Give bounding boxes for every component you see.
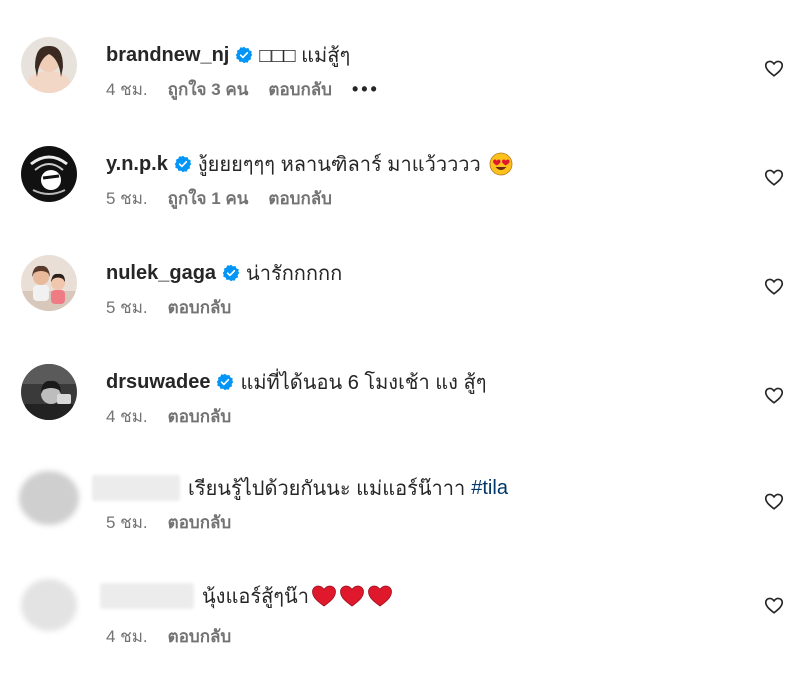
comment-item: y.n.p.k งู้ยยยๆๆๆ หลานฑิลาร์ มาแว้วววว 5… (0, 146, 800, 246)
comment-item: brandnew_nj □□□ แม่สู้ๆ 4 ชม. ถูกใจ 3 คน… (0, 37, 800, 137)
comment-time[interactable]: 5 ชม. (106, 185, 148, 212)
verified-badge-icon (217, 373, 234, 391)
comment-text: นุ้งแอร์สู้ๆน๊า (202, 586, 309, 608)
red-heart-emoji-icon (340, 585, 364, 607)
heart-eyes-emoji-icon (489, 152, 513, 176)
comment-item: drsuwadee แม่ที่ได้นอน 6 โมงเช้า แง สู้ๆ… (0, 364, 800, 464)
avatar[interactable] (21, 37, 77, 93)
more-options-button[interactable]: ••• (352, 79, 380, 100)
emoji-hearts (309, 584, 393, 608)
username[interactable]: y.n.p.k (106, 153, 168, 176)
verified-badge-icon (222, 264, 240, 282)
comment-item: นุ้งแอร์สู้ๆน๊า 4 ชม. ตอบกลับ (0, 578, 800, 678)
comment-item: เรียนรู้ไปด้วยกันนะ แม่แอร์น๊าาา #tila 5… (0, 470, 800, 570)
heart-outline-icon[interactable] (763, 166, 785, 188)
reply-button[interactable]: ตอบกลับ (168, 294, 232, 321)
comment-time[interactable]: 4 ชม. (106, 623, 148, 650)
heart-outline-icon[interactable] (763, 594, 785, 616)
avatar[interactable] (21, 146, 77, 202)
red-heart-emoji-icon (368, 585, 392, 607)
avatar[interactable] (18, 470, 80, 526)
comment-time[interactable]: 4 ชม. (106, 76, 148, 103)
comment-text: □□□ แม่สู้ๆ (259, 45, 351, 67)
likes-count[interactable]: ถูกใจ 3 คน (168, 76, 249, 103)
verified-badge-icon (236, 46, 253, 64)
comment-time[interactable]: 5 ชม. (106, 294, 148, 321)
heart-outline-icon[interactable] (763, 490, 785, 512)
comment-time[interactable]: 5 ชม. (106, 509, 148, 536)
avatar[interactable] (21, 255, 77, 311)
comment-text: เรียนรู้ไปด้วยกันนะ แม่แอร์น๊าาา (188, 478, 466, 500)
blurred-username[interactable] (92, 475, 180, 501)
comment-text: น่ารักกกกก (246, 263, 343, 285)
comment-text: แม่ที่ได้นอน 6 โมงเช้า แง สู้ๆ (240, 372, 487, 394)
reply-button[interactable]: ตอบกลับ (268, 76, 332, 103)
blurred-username[interactable] (100, 583, 194, 609)
heart-outline-icon[interactable] (763, 57, 785, 79)
heart-outline-icon[interactable] (763, 384, 785, 406)
heart-outline-icon[interactable] (763, 275, 785, 297)
hashtag-link[interactable]: #tila (471, 477, 508, 500)
comment-item: nulek_gaga น่ารักกกกก 5 ชม. ตอบกลับ (0, 255, 800, 355)
likes-count[interactable]: ถูกใจ 1 คน (168, 185, 249, 212)
comment-time[interactable]: 4 ชม. (106, 403, 148, 430)
username[interactable]: brandnew_nj (106, 44, 229, 67)
avatar[interactable] (20, 578, 78, 632)
avatar[interactable] (21, 364, 77, 420)
verified-badge-icon (174, 155, 192, 173)
reply-button[interactable]: ตอบกลับ (168, 509, 232, 536)
username[interactable]: nulek_gaga (106, 262, 216, 285)
comment-text: งู้ยยยๆๆๆ หลานฑิลาร์ มาแว้วววว (197, 154, 481, 176)
reply-button[interactable]: ตอบกลับ (268, 185, 332, 212)
reply-button[interactable]: ตอบกลับ (168, 623, 232, 650)
reply-button[interactable]: ตอบกลับ (168, 403, 232, 430)
red-heart-emoji-icon (312, 585, 336, 607)
username[interactable]: drsuwadee (106, 371, 210, 394)
